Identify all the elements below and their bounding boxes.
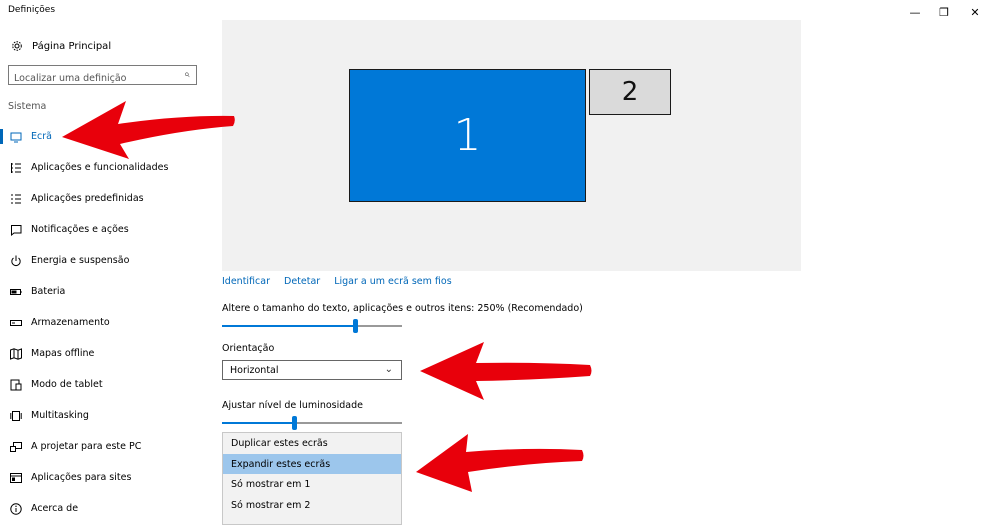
sidebar-item-multitasking[interactable]: Multitasking — [0, 400, 206, 431]
power-icon — [10, 255, 22, 267]
scale-slider[interactable] — [222, 319, 402, 333]
section-title: Sistema — [8, 101, 47, 112]
close-button[interactable]: ✕ — [958, 0, 984, 24]
sidebar-item-label: Bateria — [31, 286, 66, 297]
slider-track-filled — [222, 422, 294, 424]
dropdown-option-duplicate[interactable]: Duplicar estes ecrãs — [223, 433, 401, 454]
sidebar-item-notifications[interactable]: Notificações e ações — [0, 214, 206, 245]
sidebar-nav: Ecrã Aplicações e funcionalidades Aplica… — [0, 121, 206, 524]
notification-icon — [10, 224, 22, 236]
search-box[interactable]: ⌕ — [8, 65, 197, 88]
annotation-arrow-left — [62, 101, 235, 159]
tablet-icon — [10, 379, 22, 391]
sidebar-item-label: Mapas offline — [31, 348, 95, 359]
dropdown-option-show-only-2[interactable]: Só mostrar em 2 — [223, 495, 401, 516]
slider-track-empty — [294, 422, 402, 424]
apps-list-icon — [10, 162, 22, 174]
home-label: Página Principal — [32, 40, 112, 52]
multitasking-icon — [10, 410, 22, 422]
wireless-display-link[interactable]: Ligar a um ecrã sem fios — [334, 276, 451, 287]
sidebar-item-apps-for-sites[interactable]: Aplicações para sites — [0, 462, 206, 493]
orientation-label: Orientação — [222, 343, 275, 354]
sidebar-item-label: Energia e suspensão — [31, 255, 130, 266]
multiple-displays-dropdown-list: Duplicar estes ecrãs Expandir estes ecrã… — [222, 432, 402, 525]
sidebar-item-tablet-mode[interactable]: Modo de tablet — [0, 369, 206, 400]
battery-icon — [10, 286, 22, 298]
brightness-slider[interactable] — [222, 416, 402, 430]
sidebar-item-label: Aplicações predefinidas — [31, 193, 144, 204]
slider-track-filled — [222, 325, 355, 327]
sidebar-item-label: Ecrã — [31, 131, 52, 142]
brightness-label: Ajustar nível de luminosidade — [222, 400, 363, 411]
monitor-1-tile[interactable]: 1 — [349, 69, 586, 202]
scale-label: Altere o tamanho do texto, aplicações e … — [222, 303, 583, 314]
display-arrangement-area: 1 2 — [222, 20, 801, 271]
map-icon — [10, 347, 22, 360]
project-icon — [10, 441, 22, 453]
search-input[interactable] — [9, 69, 174, 88]
sidebar-item-battery[interactable]: Bateria — [0, 276, 206, 307]
dropdown-option-show-only-1[interactable]: Só mostrar em 1 — [223, 474, 401, 495]
orientation-dropdown[interactable]: Horizontal ⌄ — [222, 360, 402, 380]
gear-icon — [10, 39, 24, 53]
display-settings-panel: 1 2 Identificar Detetar Ligar a um ecrã … — [206, 20, 984, 529]
sidebar-item-label: Acerca de — [31, 503, 79, 514]
sidebar-item-label: Modo de tablet — [31, 379, 103, 390]
detect-link[interactable]: Detetar — [284, 276, 320, 287]
sidebar-item-power[interactable]: Energia e suspensão — [0, 245, 206, 276]
annotation-arrow-orientation — [420, 342, 592, 400]
sidebar-item-storage[interactable]: Armazenamento — [0, 307, 206, 338]
sidebar-item-label: A projetar para este PC — [31, 441, 142, 452]
home-link[interactable]: Página Principal — [10, 38, 111, 54]
sidebar-item-offline-maps[interactable]: Mapas offline — [0, 338, 206, 369]
search-icon[interactable]: ⌕ — [184, 69, 190, 80]
default-apps-icon — [10, 193, 22, 205]
sidebar-item-project-to-pc[interactable]: A projetar para este PC — [0, 431, 206, 462]
storage-icon — [10, 317, 22, 329]
slider-thumb[interactable] — [292, 416, 297, 430]
sidebar-item-label: Multitasking — [31, 410, 89, 421]
restore-button[interactable]: ❐ — [927, 0, 961, 24]
sidebar-item-label: Armazenamento — [31, 317, 110, 328]
dropdown-option-extend[interactable]: Expandir estes ecrãs — [223, 453, 401, 475]
active-indicator — [0, 129, 3, 144]
slider-track-empty — [355, 325, 402, 327]
apps-for-sites-icon — [10, 472, 22, 484]
identify-link[interactable]: Identificar — [222, 276, 270, 287]
sidebar-item-label: Aplicações para sites — [31, 472, 132, 483]
sidebar-item-label: Aplicações e funcionalidades — [31, 162, 169, 173]
orientation-value: Horizontal — [230, 364, 279, 376]
slider-thumb[interactable] — [353, 319, 358, 333]
display-links: Identificar Detetar Ligar a um ecrã sem … — [222, 276, 452, 287]
sidebar-item-label: Notificações e ações — [31, 224, 129, 235]
monitor-2-tile[interactable]: 2 — [589, 69, 671, 115]
monitor-icon — [10, 131, 22, 143]
annotation-arrow-extend — [416, 434, 584, 492]
info-icon — [10, 502, 22, 515]
window-title: Definições — [8, 5, 56, 15]
sidebar-item-about[interactable]: Acerca de — [0, 493, 206, 524]
chevron-down-icon: ⌄ — [384, 364, 393, 375]
sidebar-item-default-apps[interactable]: Aplicações predefinidas — [0, 183, 206, 214]
